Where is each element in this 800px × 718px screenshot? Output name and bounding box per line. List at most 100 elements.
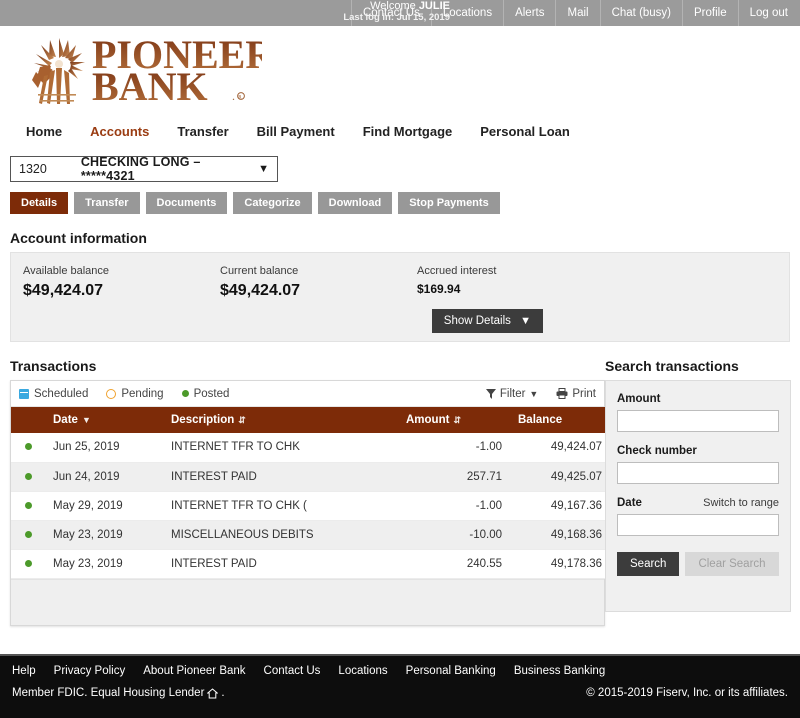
- lower-section: Transactions Scheduled Pending Posted Fi…: [0, 358, 800, 626]
- date-input[interactable]: [617, 514, 779, 536]
- footer-link-business-banking[interactable]: Business Banking: [514, 665, 605, 677]
- row-description: INTEREST PAID: [163, 549, 398, 579]
- switch-to-range-link[interactable]: Switch to range: [703, 497, 779, 509]
- row-amount: 240.55: [398, 549, 510, 579]
- legend-posted: Posted: [181, 387, 230, 400]
- show-details-label: Show Details: [443, 315, 511, 327]
- dot-icon: [181, 390, 189, 397]
- tab-download[interactable]: Download: [317, 192, 393, 214]
- transactions-column: Transactions Scheduled Pending Posted Fi…: [0, 358, 610, 626]
- row-date: May 29, 2019: [45, 491, 163, 521]
- welcome-prefix: Welcome: [370, 0, 419, 12]
- tab-categorize[interactable]: Categorize: [233, 192, 312, 214]
- transactions-table-body: Jun 25, 2019 INTERNET TFR TO CHK -1.00 4…: [11, 433, 610, 579]
- tab-documents[interactable]: Documents: [145, 192, 228, 214]
- available-balance-label: Available balance: [23, 265, 110, 277]
- table-row[interactable]: May 23, 2019 INTEREST PAID 240.55 49,178…: [11, 549, 610, 579]
- column-status: [11, 407, 45, 433]
- legend-posted-label: Posted: [193, 387, 230, 400]
- chevron-down-icon: ▼: [520, 315, 531, 327]
- last-login-text: Last log in: Jul 15, 2019: [343, 11, 450, 23]
- member-fdic-label: Member FDIC. Equal Housing Lender: [12, 687, 205, 699]
- nav-find-mortgage[interactable]: Find Mortgage: [349, 124, 467, 139]
- account-information-title: Account information: [10, 230, 147, 246]
- legend-scheduled-label: Scheduled: [34, 387, 89, 400]
- footer-link-about-pioneer-bank[interactable]: About Pioneer Bank: [143, 665, 245, 677]
- available-balance-value: $49,424.07: [23, 282, 104, 299]
- tab-transfer[interactable]: Transfer: [74, 192, 140, 214]
- row-date: Jun 24, 2019: [45, 462, 163, 492]
- footer-link-contact-us[interactable]: Contact Us: [264, 665, 321, 677]
- check-number-input[interactable]: [617, 462, 779, 484]
- row-date: May 23, 2019: [45, 549, 163, 579]
- bank-logo[interactable]: PIONEER BANK . R: [28, 32, 262, 110]
- member-fdic-suffix: .: [221, 687, 225, 699]
- footer-link-help[interactable]: Help: [12, 665, 36, 677]
- accrued-interest-label: Accrued interest: [417, 265, 497, 277]
- footer-link-personal-banking[interactable]: Personal Banking: [406, 665, 496, 677]
- search-buttons: Search Clear Search: [617, 552, 779, 576]
- table-row[interactable]: Jun 24, 2019 INTEREST PAID 257.71 49,425…: [11, 462, 610, 492]
- page-root: Welcome JULIE Last log in: Jul 15, 2019 …: [0, 0, 800, 718]
- printer-icon: [556, 388, 568, 399]
- search-transactions-title: Search transactions: [605, 358, 739, 374]
- topnav-logout[interactable]: Log out: [737, 0, 800, 26]
- nav-transfer[interactable]: Transfer: [163, 124, 242, 139]
- legend-pending: Pending: [106, 388, 164, 400]
- row-status: [11, 462, 45, 492]
- table-row[interactable]: May 29, 2019 INTERNET TFR TO CHK ( -1.00…: [11, 491, 610, 521]
- svg-text:R: R: [238, 96, 242, 101]
- legend-scheduled: Scheduled: [19, 388, 88, 400]
- transactions-legend-bar: Scheduled Pending Posted Filter ▼ Print: [11, 381, 604, 407]
- amount-input[interactable]: [617, 410, 779, 432]
- column-description[interactable]: Description ⇵: [163, 407, 398, 433]
- transactions-table-footer: [11, 578, 604, 625]
- table-row[interactable]: Jun 25, 2019 INTERNET TFR TO CHK -1.00 4…: [11, 433, 610, 463]
- column-description-label: Description: [171, 414, 235, 426]
- topnav-chat[interactable]: Chat (busy): [599, 0, 682, 26]
- svg-text:.: .: [232, 89, 235, 103]
- chevron-down-icon: ▼: [258, 163, 269, 175]
- row-balance: 49,178.36: [510, 549, 610, 579]
- accrued-interest-block: Accrued interest $169.94: [405, 265, 496, 300]
- nav-bill-payment[interactable]: Bill Payment: [243, 124, 349, 139]
- account-name: CHECKING LONG – *****4321: [80, 155, 201, 183]
- footer-link-privacy-policy[interactable]: Privacy Policy: [54, 665, 126, 677]
- footer-bottom: Member FDIC. Equal Housing Lender . © 20…: [0, 677, 800, 699]
- search-button[interactable]: Search: [617, 552, 680, 576]
- table-header-row: Date ▼ Description ⇵ Amount ⇵ Balance: [11, 407, 610, 433]
- topnav-profile[interactable]: Profile: [682, 0, 738, 26]
- column-amount[interactable]: Amount ⇵: [398, 407, 510, 433]
- footer-link-locations[interactable]: Locations: [338, 665, 387, 677]
- copyright-text: © 2015-2019 Fiserv, Inc. or its affiliat…: [586, 687, 788, 699]
- table-row[interactable]: May 23, 2019 MISCELLANEOUS DEBITS -10.00…: [11, 520, 610, 550]
- sort-icon: ⇵: [453, 415, 461, 425]
- column-balance: Balance: [510, 407, 610, 433]
- balance-columns: Available balance $49,424.07 Current bal…: [11, 253, 789, 300]
- welcome-block: Welcome JULIE Last log in: Jul 15, 2019: [300, 0, 450, 26]
- show-details-button[interactable]: Show Details ▼: [431, 309, 543, 333]
- nav-accounts[interactable]: Accounts: [76, 124, 163, 139]
- account-selector[interactable]: 1320 CHECKING LONG – *****4321 ▼: [10, 155, 278, 183]
- clock-icon: [106, 388, 117, 399]
- column-date[interactable]: Date ▼: [45, 407, 163, 433]
- tab-stop-payments[interactable]: Stop Payments: [398, 192, 500, 214]
- row-status: [11, 549, 45, 579]
- svg-text:BANK: BANK: [92, 64, 208, 106]
- nav-home[interactable]: Home: [12, 124, 76, 139]
- current-balance-block: Current balance $49,424.07: [208, 265, 405, 300]
- filter-button[interactable]: Filter ▼: [485, 388, 538, 400]
- tab-details[interactable]: Details: [10, 192, 69, 214]
- nav-personal-loan[interactable]: Personal Loan: [466, 124, 584, 139]
- row-date: May 23, 2019: [45, 520, 163, 550]
- current-balance-label: Current balance: [220, 265, 299, 277]
- print-button[interactable]: Print: [556, 388, 596, 400]
- row-status: [11, 491, 45, 521]
- dot-icon: [24, 443, 32, 451]
- topnav-mail[interactable]: Mail: [555, 0, 599, 26]
- row-balance: 49,168.36: [510, 520, 610, 550]
- sort-desc-icon: ▼: [81, 415, 91, 425]
- clear-search-button[interactable]: Clear Search: [685, 552, 779, 576]
- welcome-text: Welcome JULIE: [300, 0, 450, 13]
- topnav-alerts[interactable]: Alerts: [503, 0, 555, 26]
